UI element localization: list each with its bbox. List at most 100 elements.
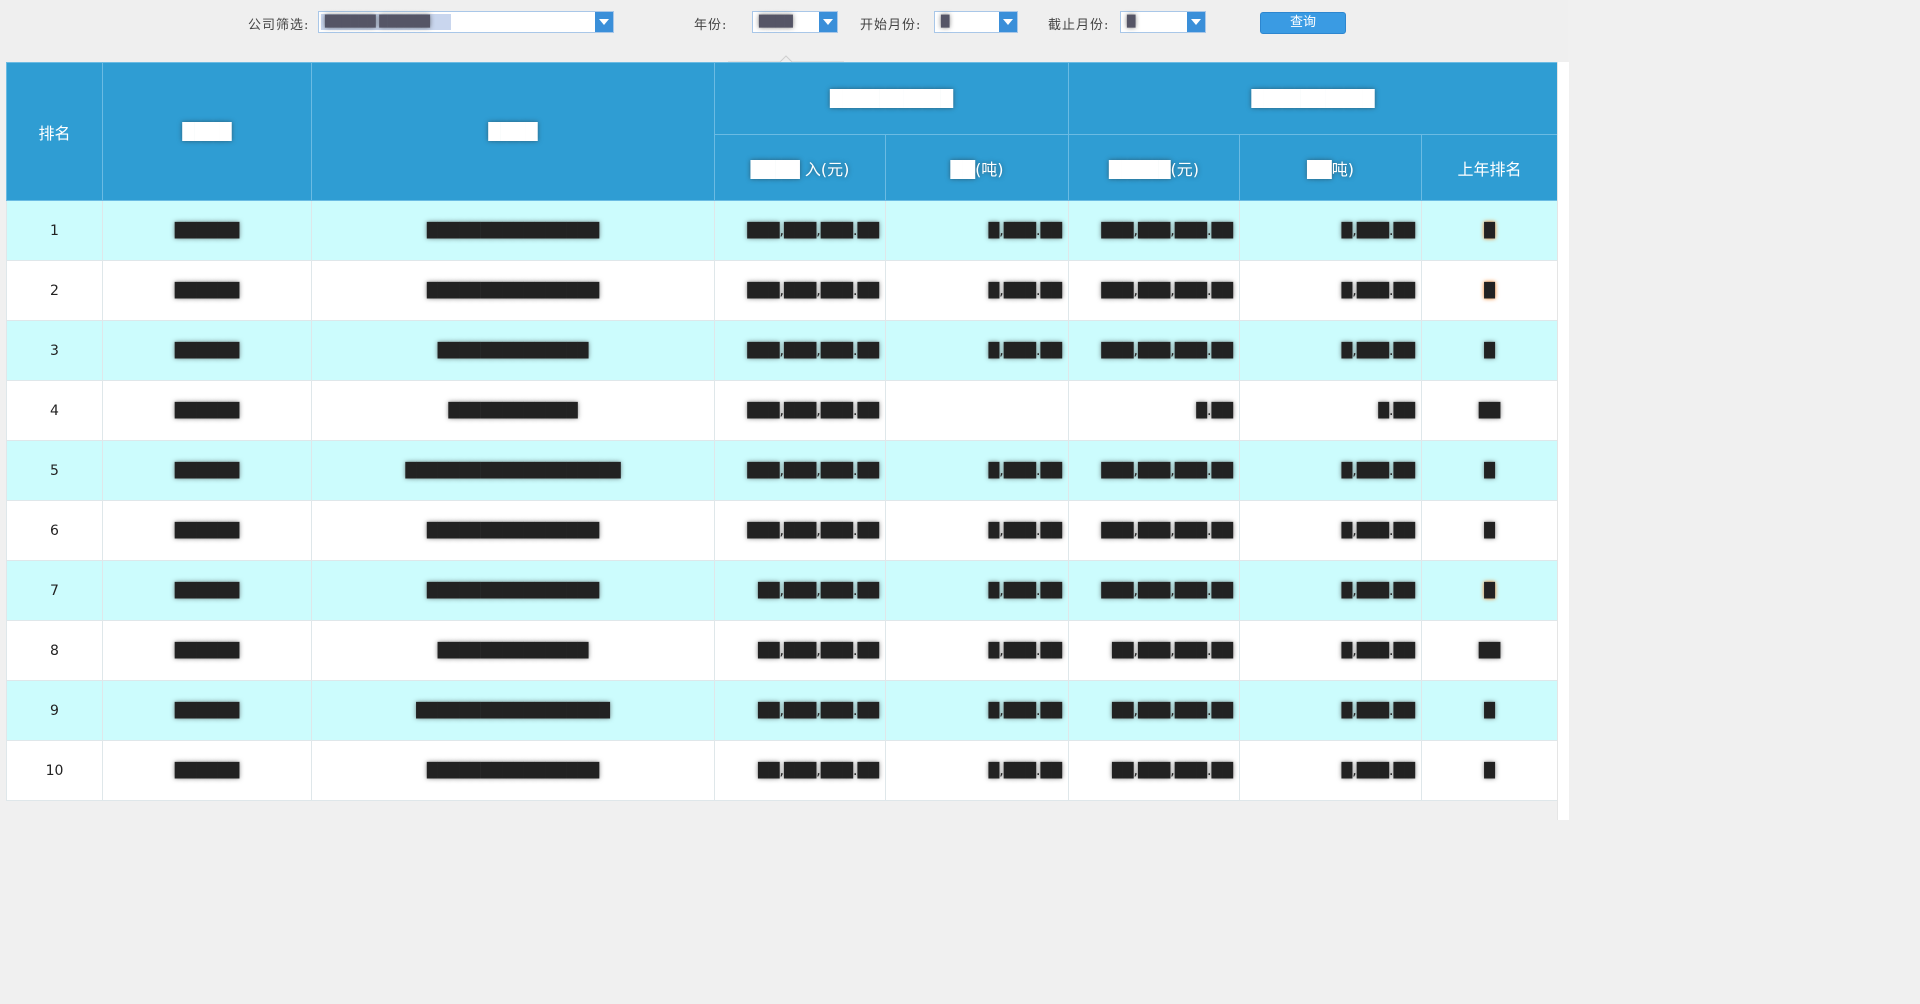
income-current-cell: ██,███,███.██ [714,560,886,621]
region-cell: ██████ [102,260,312,321]
end-month-value: █ [1127,15,1136,28]
income-current-cell: ██,███,███.██ [714,620,886,681]
last-year-rank-cell: █ [1421,260,1559,321]
header-last-year-rank[interactable]: 上年排名 [1421,134,1559,201]
region-cell: ██████ [102,560,312,621]
income-current-cell: ███,███,███.██ [714,380,886,441]
income-previous-cell: ███,███,███.██ [1068,200,1241,261]
company-cell: ██████████████████ [311,680,715,741]
company-cell: ██████████████ [311,620,715,681]
region-cell: ██████ [102,500,312,561]
header-region[interactable]: ████ [102,62,312,201]
qty-current-cell: █,███.██ [884,200,1070,261]
qty-current-cell: █,███.██ [884,740,1070,801]
filter-bar: 公司筛选: ██████ ██████ 年份: ████ 开始月份: █ 截止月… [0,0,1568,62]
income-current-cell: ███,███,███.██ [714,440,886,501]
income-previous-cell: ██,███,███.██ [1068,620,1241,681]
income-previous-cell: █.██ [1068,380,1241,441]
company-filter-label: 公司筛选: [248,18,310,33]
start-month-label: 开始月份: [860,18,922,33]
company-select-value: ██████ ██████ [321,14,451,30]
last-year-rank-cell: █ [1421,500,1559,561]
qty-previous-cell: █,███.██ [1239,620,1423,681]
table-row[interactable]: 4 ██████ ████████████ ███,███,███.██ █.█… [6,380,1559,441]
company-cell: ████████████████ [311,500,715,561]
company-select[interactable]: ██████ ██████ [318,11,614,33]
qty-current-cell: █,███.██ [884,680,1070,741]
rank-cell: 1 [6,200,103,261]
year-label: 年份: [694,18,728,33]
qty-previous-cell: █,███.██ [1239,500,1423,561]
rank-cell: 8 [6,620,103,681]
query-button[interactable]: 查询 [1260,12,1346,34]
header-rank[interactable]: 排名 [6,62,103,201]
table-row[interactable]: 8 ██████ ██████████████ ██,███,███.██ █,… [6,620,1559,681]
qty-current-cell: █,███.██ [884,440,1070,501]
header-income-current[interactable]: ████ 入(元) [714,134,886,201]
chevron-down-icon[interactable] [1187,12,1205,32]
last-year-rank-cell: █ [1421,680,1559,741]
table-row[interactable]: 10 ██████ ████████████████ ██,███,███.██… [6,740,1559,801]
chevron-down-icon[interactable] [819,12,837,32]
qty-current-cell: █,███.██ [884,560,1070,621]
qty-previous-cell: █,███.██ [1239,260,1423,321]
rank-cell: 2 [6,260,103,321]
end-month-select[interactable]: █ [1120,11,1206,33]
table-row[interactable]: 7 ██████ ████████████████ ██,███,███.██ … [6,560,1559,621]
table-row[interactable]: 2 ██████ ████████████████ ███,███,███.██… [6,260,1559,321]
company-cell: ████████████ [311,380,715,441]
chevron-down-icon[interactable] [999,12,1017,32]
qty-previous-cell: █,███.██ [1239,680,1423,741]
last-year-rank-cell: █ [1421,440,1559,501]
qty-previous-cell: █,███.██ [1239,740,1423,801]
end-month-label: 截止月份: [1048,18,1110,33]
table-row[interactable]: 3 ██████ ██████████████ ███,███,███.██ █… [6,320,1559,381]
income-previous-cell: ██,███,███.██ [1068,740,1241,801]
vertical-scrollbar[interactable] [1557,62,1569,820]
year-select[interactable]: ████ [752,11,838,33]
rank-cell: 6 [6,500,103,561]
header-company[interactable]: ████ [311,62,715,201]
qty-current-cell: █,███.██ [884,500,1070,561]
last-year-rank-cell: ██ [1421,380,1559,441]
last-year-rank-cell: █ [1421,320,1559,381]
company-cell: ████████████████ [311,200,715,261]
income-current-cell: ███,███,███.██ [714,500,886,561]
header-qty-current[interactable]: ██(吨) [884,134,1070,201]
income-current-cell: ███,███,███.██ [714,260,886,321]
rank-cell: 9 [6,680,103,741]
table-row[interactable]: 6 ██████ ████████████████ ███,███,███.██… [6,500,1559,561]
qty-current-cell: █,███.██ [884,320,1070,381]
income-previous-cell: ███,███,███.██ [1068,560,1241,621]
chevron-down-icon[interactable] [595,12,613,32]
income-previous-cell: ███,███,███.██ [1068,500,1241,561]
qty-previous-cell: █,███.██ [1239,320,1423,381]
header-income-previous[interactable]: █████(元) [1068,134,1241,201]
start-month-select[interactable]: █ [934,11,1018,33]
table-row[interactable]: 1 ██████ ████████████████ ███,███,███.██… [6,200,1559,261]
table-row[interactable]: 5 ██████ ████████████████████ ███,███,██… [6,440,1559,501]
region-cell: ██████ [102,620,312,681]
region-cell: ██████ [102,440,312,501]
header-qty-previous[interactable]: ██吨) [1239,134,1423,201]
last-year-rank-cell: ██ [1421,620,1559,681]
company-cell: ████████████████ [311,260,715,321]
last-year-rank-cell: █ [1421,740,1559,801]
company-cell: ████████████████████ [311,440,715,501]
region-cell: ██████ [102,680,312,741]
dropdown-notch [728,55,844,62]
qty-current-cell: █,███.██ [884,260,1070,321]
region-cell: ██████ [102,380,312,441]
income-previous-cell: ███,███,███.██ [1068,260,1241,321]
rank-cell: 10 [6,740,103,801]
qty-previous-cell: █.██ [1239,380,1423,441]
ranking-table: 排名 ████ ████ ██████████ ██████████ ████ … [6,62,1559,801]
income-previous-cell: ███,███,███.██ [1068,440,1241,501]
rank-cell: 7 [6,560,103,621]
income-current-cell: ██,███,███.██ [714,680,886,741]
qty-current-cell: █,███.██ [884,620,1070,681]
table-row[interactable]: 9 ██████ ██████████████████ ██,███,███.█… [6,680,1559,741]
year-select-value: ████ [759,15,793,28]
income-current-cell: ██,███,███.██ [714,740,886,801]
income-current-cell: ███,███,███.██ [714,200,886,261]
